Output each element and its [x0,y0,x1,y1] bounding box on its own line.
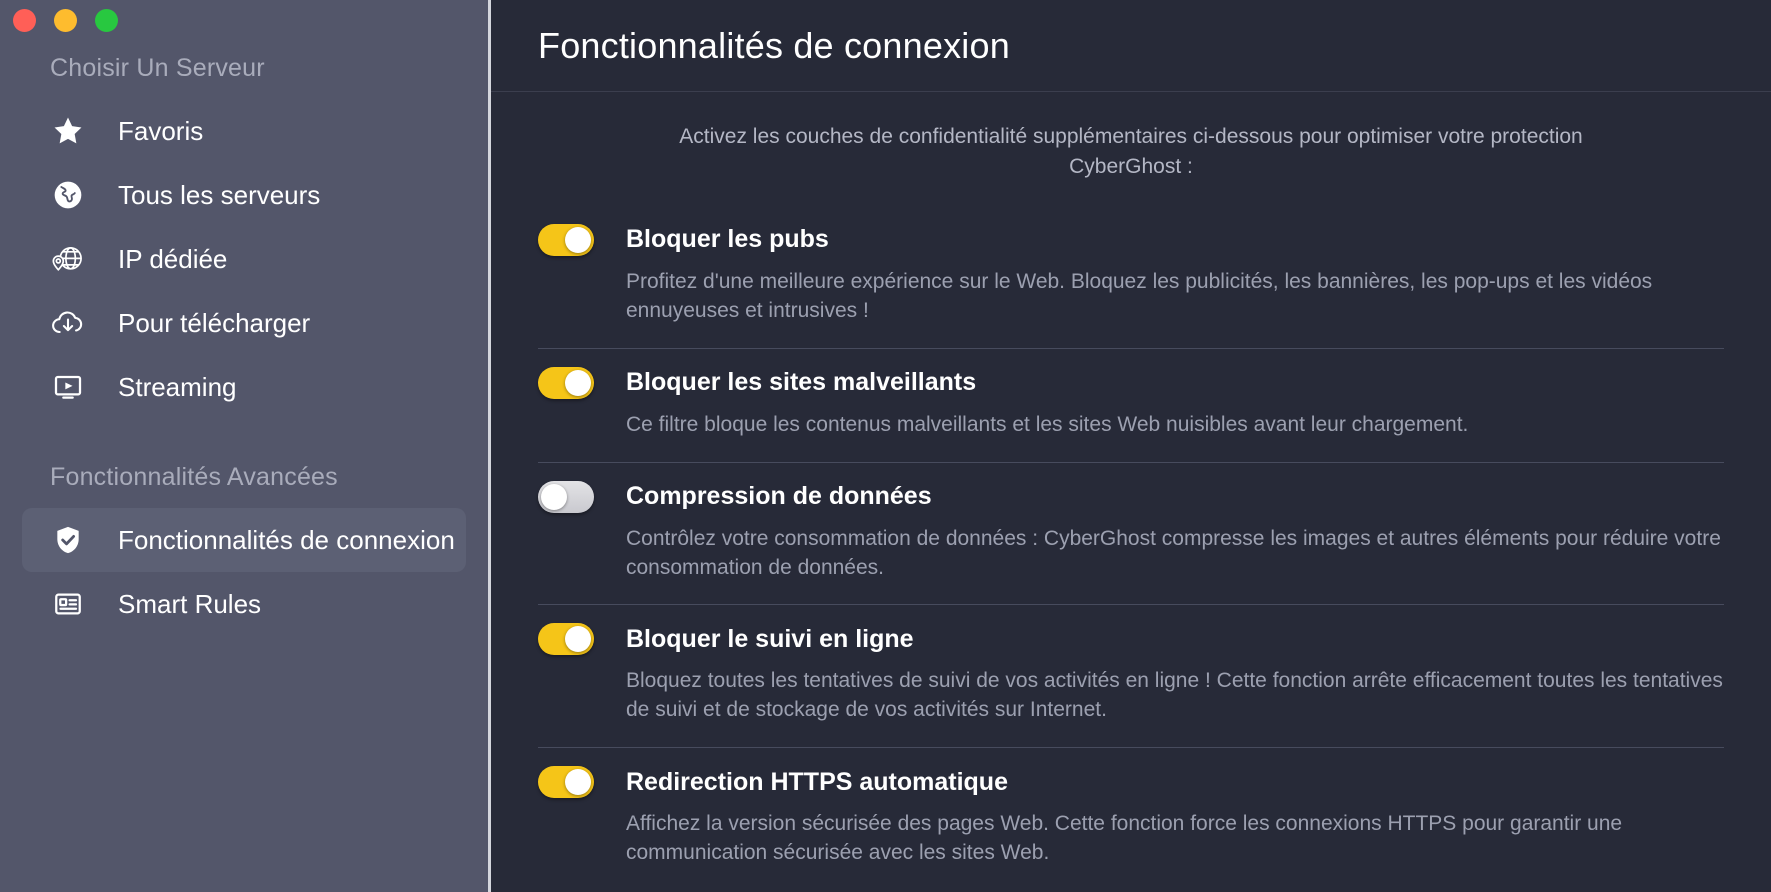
feature-description: Profitez d'une meilleure expérience sur … [626,269,1653,322]
toggle-knob [565,626,591,653]
sidebar-item-tous-les-serveurs[interactable]: Tous les serveurs [22,163,466,227]
toggle-bloquer-les-pubs[interactable] [538,223,594,256]
sidebar-item-label: Tous les serveurs [118,179,321,210]
toggle-knob [565,226,591,253]
feature-header: Redirection HTTPS automatique [538,748,1724,799]
minimize-window-button[interactable] [54,9,77,32]
feature-header: Bloquer le suivi en ligne [538,605,1724,656]
feature-title: Bloquer les pubs [626,225,829,254]
feature-header: Bloquer les sites malveillants [538,349,1724,399]
feature-title: Bloquer les sites malveillants [626,368,977,397]
main-panel: Fonctionnalités de connexion Activez les… [491,0,1771,892]
feature-description: Ce filtre bloque les contenus malveillan… [626,412,1469,436]
globe-solid-icon [50,177,86,213]
globe-pin-icon [50,241,86,277]
feature-title: Redirection HTTPS automatique [626,767,1008,796]
sidebar-section-title-servers: Choisir Un Serveur [50,54,265,82]
intro-text: Activez les couches de confidentialité s… [679,125,1583,178]
feature-header: Bloquer les pubs [538,206,1724,256]
sidebar-item-smart-rules[interactable]: Smart Rules [22,572,466,636]
sidebar-item-fonctionnalites-de-connexion[interactable]: Fonctionnalités de connexion [22,508,466,572]
sidebar-section-title-advanced: Fonctionnalités Avancées [50,463,338,491]
sidebar: Choisir Un Serveur Favoris Tous les serv… [0,0,491,892]
toggle-redirection-https-automatique[interactable] [538,766,594,799]
sidebar-item-label: Fonctionnalités de connexion [118,524,455,555]
feature-header: Compression de données [538,463,1724,513]
main-body: Activez les couches de confidentialité s… [491,122,1771,890]
play-screen-icon [50,369,86,405]
sidebar-item-label: Favoris [118,115,204,146]
feature-description: Affichez la version sécurisée des pages … [626,812,1623,865]
feature-row: Compression de données Contrôlez votre c… [538,463,1724,606]
sidebar-item-label: IP dédiée [118,243,228,274]
feature-row: Bloquer les sites malveillants Ce filtre… [538,349,1724,463]
toggle-knob [541,483,567,510]
rules-list-icon [50,586,86,622]
window-controls [0,0,488,42]
page-title: Fonctionnalités de connexion [538,24,1010,66]
sidebar-nav-servers: Favoris Tous les serveurs IP dédiée Pour… [0,99,488,419]
main-header: Fonctionnalités de connexion [491,0,1771,92]
feature-row: Bloquer le suivi en ligne Bloquez toutes… [538,605,1724,749]
feature-row: Bloquer les pubs Profitez d'une meilleur… [538,206,1724,349]
shield-check-icon [50,522,86,558]
feature-description: Bloquez toutes les tentatives de suivi d… [626,669,1723,722]
feature-title: Compression de données [626,482,932,511]
toggle-knob [565,769,591,796]
star-icon [50,113,86,149]
app-window: Choisir Un Serveur Favoris Tous les serv… [0,0,1771,892]
sidebar-item-streaming[interactable]: Streaming [22,355,466,419]
feature-row: Redirection HTTPS automatique Affichez l… [538,748,1724,890]
toggle-bloquer-les-sites-malveillants[interactable] [538,366,594,399]
cloud-download-icon [50,305,86,341]
close-window-button[interactable] [13,9,36,32]
sidebar-item-ip-dediee[interactable]: IP dédiée [22,227,466,291]
sidebar-item-pour-telecharger[interactable]: Pour télécharger [22,291,466,355]
toggle-compression-de-donnees[interactable] [538,480,594,513]
feature-title: Bloquer le suivi en ligne [626,624,914,653]
sidebar-nav-advanced: Fonctionnalités de connexion Smart Rules [0,508,488,636]
feature-description: Contrôlez votre consommation de données … [626,526,1721,579]
toggle-knob [565,369,591,396]
sidebar-item-label: Pour télécharger [118,307,311,338]
sidebar-item-label: Smart Rules [118,588,262,619]
toggle-bloquer-le-suivi-en-ligne[interactable] [538,623,594,656]
sidebar-item-favoris[interactable]: Favoris [22,99,466,163]
maximize-window-button[interactable] [95,9,118,32]
sidebar-item-label: Streaming [118,371,237,402]
feature-list: Bloquer les pubs Profitez d'une meilleur… [538,206,1724,891]
